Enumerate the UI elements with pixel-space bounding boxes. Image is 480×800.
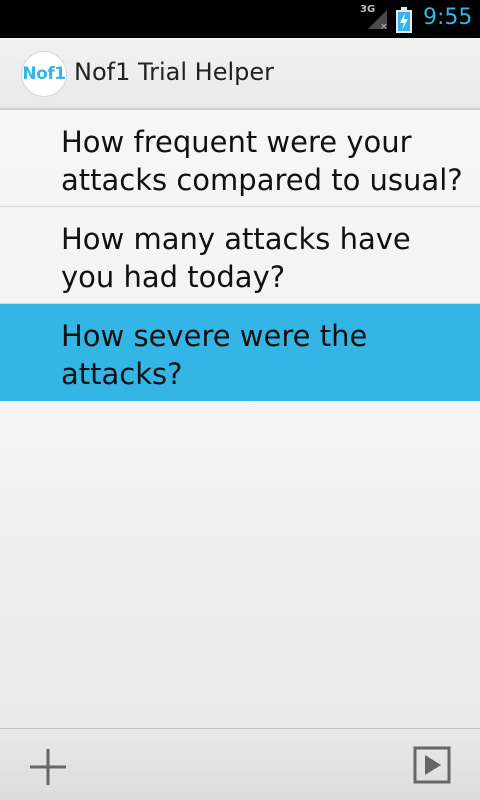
signal-icon: × — [368, 10, 388, 30]
bottom-action-bar — [0, 728, 480, 800]
screen: 3G × 9:55 Nof1 Nof1 Trial Helper How fre… — [0, 0, 480, 800]
svg-text:×: × — [380, 22, 388, 30]
plus-icon — [30, 749, 66, 785]
app-logo-text: Nof1 — [22, 64, 66, 84]
list-item-question-selected[interactable]: How severe were the attacks? — [0, 304, 480, 401]
list-item-label: How frequent were your attacks compared … — [61, 125, 463, 197]
list-item-label: How many attacks have you had today? — [61, 222, 411, 294]
status-bar: 3G × 9:55 — [0, 0, 480, 38]
app-logo-icon[interactable]: Nof1 — [21, 51, 67, 97]
list-item-question[interactable]: How frequent were your attacks compared … — [0, 110, 480, 207]
app-title: Nof1 Trial Helper — [74, 58, 275, 86]
battery-charging-icon — [396, 7, 412, 33]
action-bar: Nof1 Nof1 Trial Helper — [0, 38, 480, 110]
play-icon — [413, 746, 451, 784]
add-button[interactable] — [26, 745, 70, 789]
status-time: 9:55 — [423, 5, 473, 30]
question-list: How frequent were your attacks compared … — [0, 110, 480, 401]
play-button[interactable] — [412, 745, 452, 785]
list-item-question[interactable]: How many attacks have you had today? — [0, 207, 480, 304]
list-item-label: How severe were the attacks? — [61, 319, 368, 391]
